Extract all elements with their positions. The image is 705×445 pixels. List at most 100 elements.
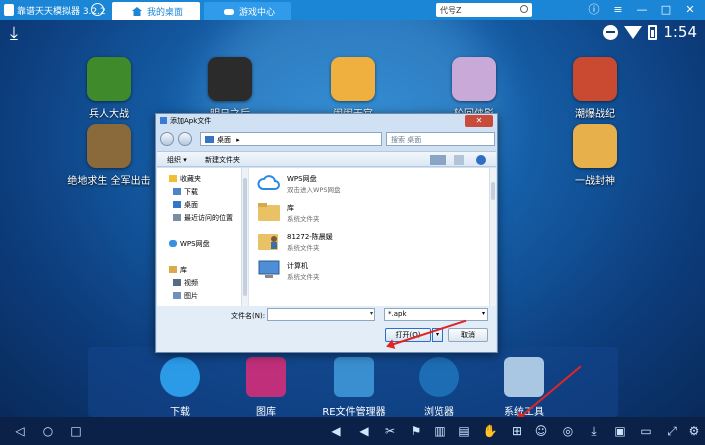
app-label: 一战封神 [575, 176, 615, 187]
file-desc: 系统文件夹 [287, 244, 320, 252]
nav-videos[interactable]: 视频 [173, 278, 198, 288]
clean-icon[interactable]: ▥ [432, 423, 448, 439]
chevron-down-icon[interactable]: ▾ [370, 310, 373, 317]
preview-pane-icon[interactable] [454, 155, 464, 165]
folder-icon[interactable]: ▭ [638, 423, 654, 439]
fullscreen-icon[interactable]: ⤢ [664, 423, 680, 439]
settings-icon[interactable]: ⚙ [686, 423, 702, 439]
title-bar: 靠谱天天模拟器 3.2.2 我的桌面 游戏中心 代号Z ⓘ ≡ — □ ✕ [0, 0, 705, 20]
new-folder-button[interactable]: 新建文件夹 [205, 155, 240, 165]
search-value: 代号Z [440, 6, 462, 15]
re-file-manager-icon [334, 357, 374, 397]
maximize-button[interactable]: □ [658, 2, 674, 18]
forward-button[interactable] [178, 132, 192, 146]
filetype-value: *.apk [388, 310, 407, 318]
close-button[interactable]: ✕ [682, 2, 698, 18]
dock-label: 浏览器 [424, 407, 454, 417]
organize-button[interactable]: 组织 ▾ [167, 155, 187, 165]
nav-label: 图片 [184, 292, 198, 300]
dock-app-browser[interactable]: 浏览器 [399, 357, 479, 417]
dock-app-re-file-manager[interactable]: RE文件管理器 [314, 357, 394, 417]
volume-up-icon[interactable]: ◀ [356, 423, 372, 439]
file-list-scrollbar[interactable] [489, 168, 496, 306]
account-icon[interactable]: ☺ [533, 423, 549, 439]
scrollbar-thumb[interactable] [243, 178, 247, 296]
add-apk-icon[interactable]: ⊞ [509, 423, 525, 439]
folder-icon [205, 136, 214, 143]
dock-app-download[interactable]: 下载 [140, 357, 220, 417]
app-yizhan-fengshen[interactable]: 一战封神 [545, 124, 645, 187]
nav-label: 最近访问的位置 [184, 214, 233, 222]
search-input[interactable]: 代号Z [436, 3, 532, 17]
address-bar[interactable]: 桌面 ▸ [200, 132, 382, 146]
chevron-down-icon[interactable]: ▾ [482, 310, 485, 317]
nav-favorites[interactable]: 收藏夹 [169, 174, 201, 184]
app-label: 兵人大战 [89, 109, 129, 120]
volume-down-icon[interactable]: ◀ [328, 423, 344, 439]
minimize-button[interactable]: — [634, 2, 650, 18]
filetype-select[interactable]: *.apk ▾ [384, 308, 488, 321]
download-app-icon [160, 357, 200, 397]
back-button[interactable] [160, 132, 174, 146]
menu-icon[interactable]: ≡ [610, 2, 626, 18]
dock-app-gallery[interactable]: 图库 [226, 357, 306, 417]
app-logo-icon [4, 4, 14, 16]
app-chaobao-zhanji[interactable]: 潮爆战纪 [545, 57, 645, 120]
app-pubg-mobile[interactable]: 绝地求生 全军出击 [59, 124, 159, 187]
user-icon[interactable] [91, 3, 104, 16]
nav-label: 库 [180, 266, 187, 274]
browser-app-icon [419, 357, 459, 397]
app-bingren-dazhan[interactable]: 兵人大战 [59, 57, 159, 120]
info-icon[interactable]: ⓘ [586, 2, 602, 18]
app-mingri-zhihou[interactable]: 明日之后 [180, 57, 280, 120]
gamepad-icon [224, 9, 234, 15]
download-icon[interactable]: ⤓ [586, 423, 602, 439]
app-icon [87, 124, 131, 168]
search-icon[interactable] [520, 5, 528, 13]
app-icon [208, 57, 252, 101]
address-separator: ▸ [236, 136, 240, 144]
app-naonao-tiangong[interactable]: 闹闹天宫 [303, 57, 403, 120]
file-name: WPS网盘 [287, 175, 317, 183]
keyboard-icon[interactable]: ▤ [456, 423, 472, 439]
file-desc: 系统文件夹 [287, 215, 320, 223]
dialog-body: 收藏夹 下载 桌面 最近访问的位置 WPS网盘 库 视频 图片 WPS网盘 双击… [157, 168, 496, 306]
dock-app-system-tools[interactable]: 系统工具 [484, 357, 564, 417]
tab-game-center[interactable]: 游戏中心 [204, 2, 291, 20]
nav-desktop[interactable]: 桌面 [173, 200, 198, 210]
record-icon[interactable]: ▣ [612, 423, 628, 439]
dialog-search-input[interactable]: 搜索 桌面 [386, 132, 495, 146]
desktop-icon [173, 201, 181, 208]
dialog-bottom: 文件名(N): ▾ *.apk ▾ 打开(O) ▾ 取消 [157, 306, 496, 352]
recents-icon[interactable]: □ [68, 423, 84, 439]
nav-recent[interactable]: 最近访问的位置 [173, 213, 233, 223]
recent-icon [173, 214, 181, 221]
view-options-icon[interactable] [430, 155, 446, 165]
tab-my-desktop[interactable]: 我的桌面 [112, 2, 200, 20]
nav-wps[interactable]: WPS网盘 [169, 239, 210, 249]
clock: 1:54 [663, 23, 697, 41]
home-icon[interactable]: ○ [40, 423, 56, 439]
cancel-button[interactable]: 取消 [448, 328, 488, 342]
nav-pictures[interactable]: 图片 [173, 291, 198, 301]
dock-label: 图库 [256, 407, 276, 417]
help-icon[interactable] [476, 155, 486, 165]
dialog-close-button[interactable]: ✕ [465, 115, 493, 127]
shake-icon[interactable]: ⚑ [408, 423, 424, 439]
dialog-nav-bar: 桌面 ▸ 搜索 桌面 [160, 131, 495, 147]
app-lunhui-xiaying[interactable]: 轮回侠影 [424, 57, 524, 120]
filename-input[interactable]: ▾ [267, 308, 375, 321]
add-apk-dialog: 添加Apk文件 ✕ 桌面 ▸ 搜索 桌面 组织 ▾ 新建文件夹 收藏夹 下载 桌… [155, 113, 498, 353]
screenshot-icon[interactable]: ✂ [382, 423, 398, 439]
nav-libraries[interactable]: 库 [169, 265, 187, 275]
back-icon[interactable]: ◁ [12, 423, 28, 439]
nav-pane-scrollbar[interactable] [241, 168, 248, 306]
location-icon[interactable]: ✋ [482, 423, 498, 439]
nav-downloads[interactable]: 下载 [173, 187, 198, 197]
scrollbar-thumb[interactable] [491, 182, 495, 200]
nav-label: 视频 [184, 279, 198, 287]
share-icon[interactable]: ◎ [560, 423, 576, 439]
battery-icon [648, 24, 658, 40]
file-desc: 系统文件夹 [287, 273, 320, 281]
app-label: 绝地求生 全军出击 [67, 176, 151, 187]
